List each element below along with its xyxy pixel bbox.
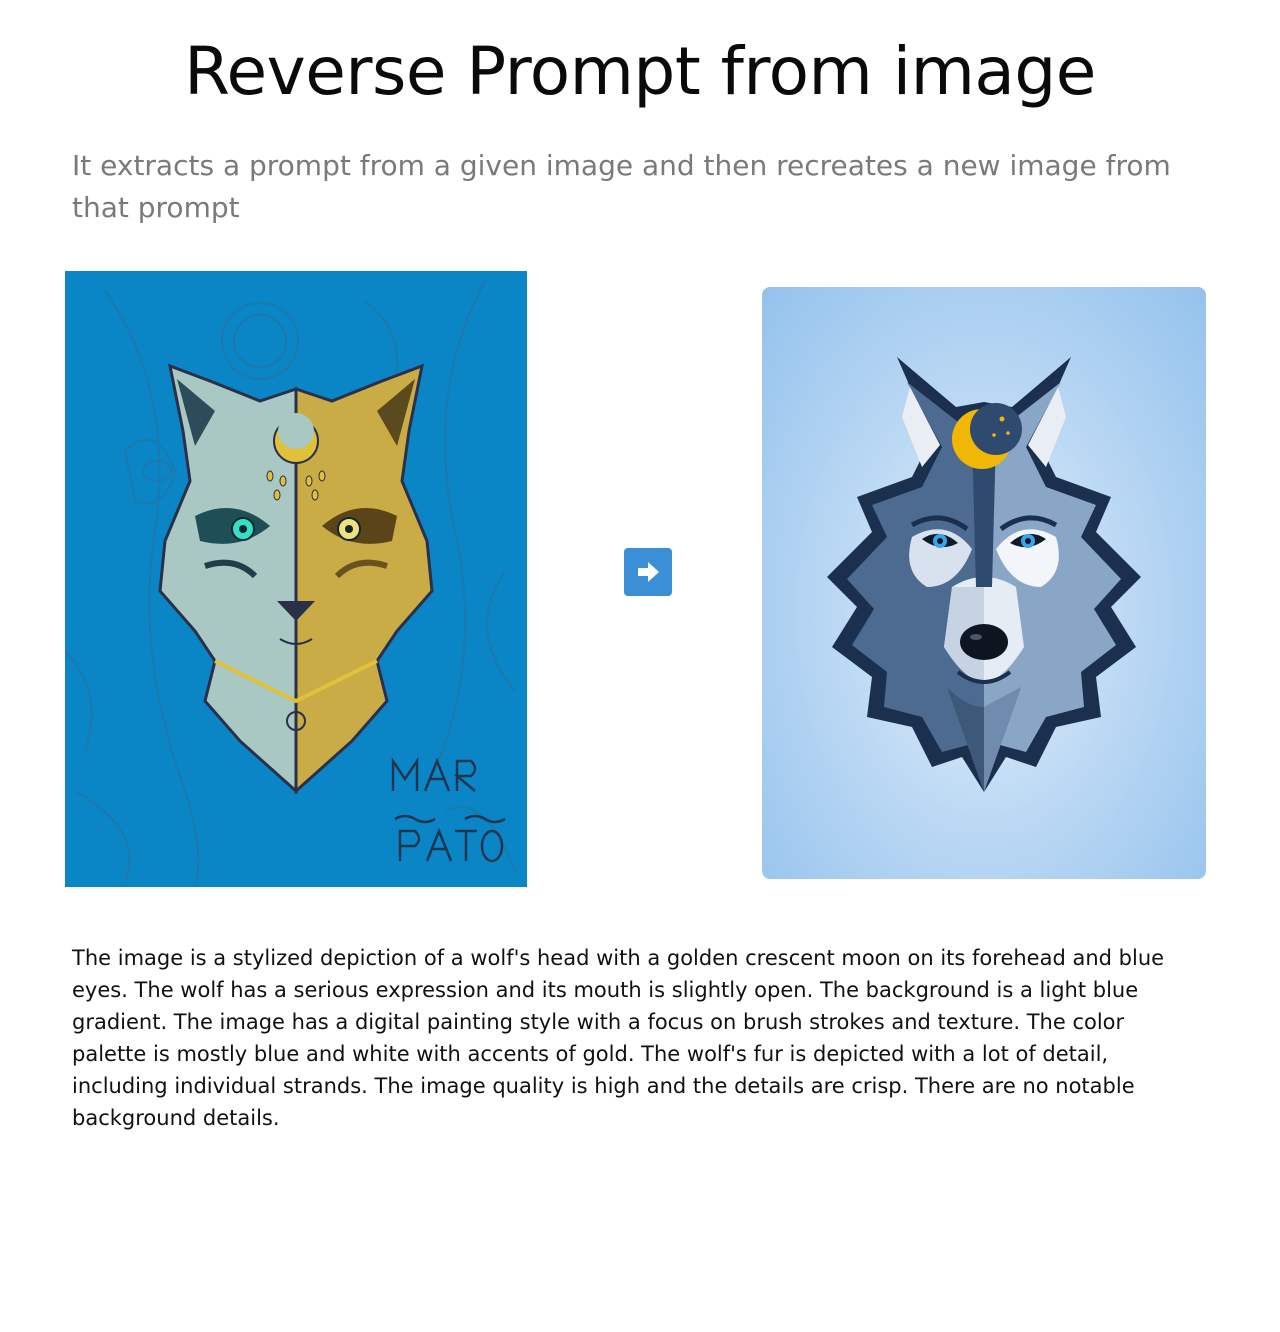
arrow-right-icon: [638, 562, 659, 582]
page-subtitle: It extracts a prompt from a given image …: [72, 149, 1171, 224]
result-image: [762, 287, 1206, 879]
page-title: Reverse Prompt from image: [184, 33, 1096, 110]
signature-mark: [391, 756, 506, 863]
arrow-button[interactable]: [624, 548, 672, 596]
source-image: [65, 271, 527, 887]
prompt-description: The image is a stylized depiction of a w…: [72, 946, 1165, 1130]
